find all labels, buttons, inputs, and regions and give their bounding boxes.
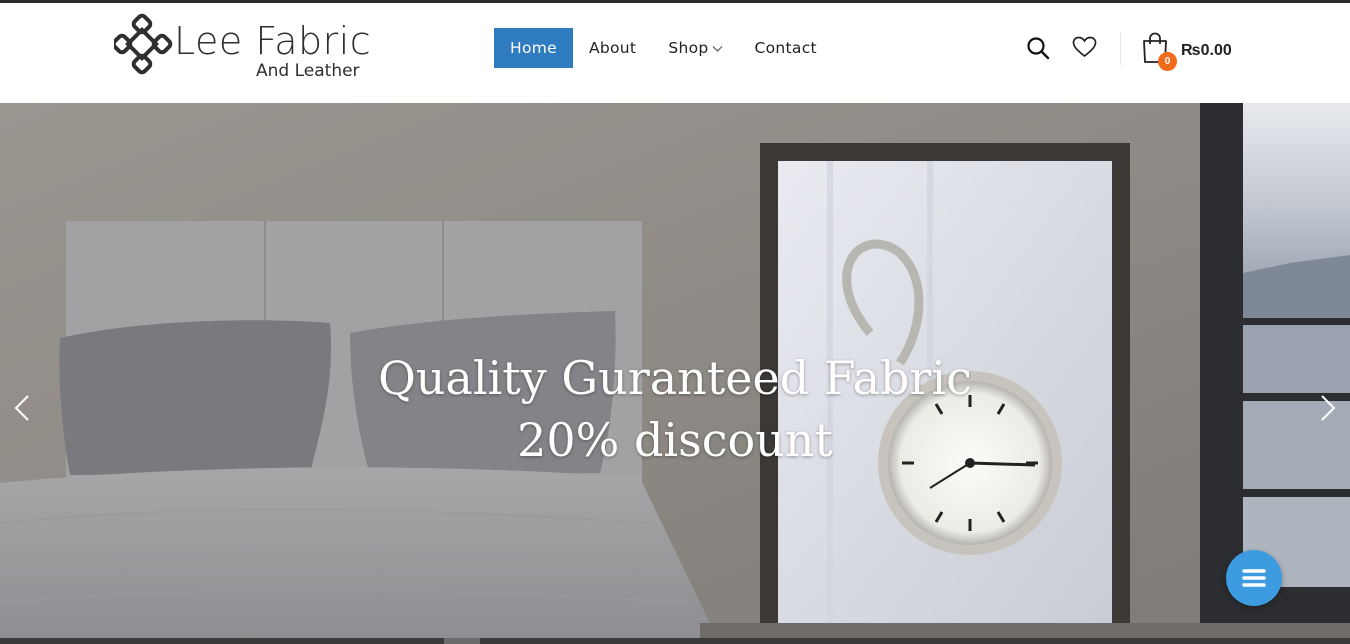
nav-about[interactable]: About (573, 28, 652, 68)
nav-contact[interactable]: Contact (739, 28, 833, 68)
chevron-right-icon[interactable] (1316, 393, 1340, 423)
search-icon[interactable] (1026, 36, 1050, 65)
menu-icon[interactable] (1226, 550, 1282, 606)
nav-about-label: About (588, 39, 637, 57)
cart-count-badge: 0 (1158, 52, 1177, 71)
header-divider (1120, 33, 1121, 65)
nav-shop-label: Shop (668, 39, 709, 57)
brand-title: Lee Fabric (174, 19, 372, 63)
slider-progress-track (0, 638, 1350, 644)
celtic-knot-icon (114, 13, 173, 75)
nav-home-label: Home (510, 39, 557, 57)
chevron-left-icon[interactable] (10, 393, 34, 423)
hero-slider: Quality Guranteed Fabric 20% discount (0, 103, 1350, 644)
site-logo[interactable]: Lee Fabric And Leather (114, 13, 374, 83)
nav-home[interactable]: Home (494, 28, 573, 68)
cart-total[interactable]: ₨0.00 (1181, 42, 1232, 60)
brand-subtitle: And Leather (256, 61, 360, 81)
slide-subtitle: 20% discount (517, 413, 833, 467)
main-nav: Home About Shop Contact (494, 28, 833, 68)
heart-icon[interactable] (1072, 36, 1097, 63)
chevron-down-icon (712, 39, 723, 57)
slide-title: Quality Guranteed Fabric (378, 351, 972, 405)
slider-progress-segment (444, 638, 480, 644)
nav-contact-label: Contact (754, 39, 817, 57)
slide-caption: Quality Guranteed Fabric 20% discount (0, 347, 1350, 471)
site-header: Lee Fabric And Leather Home About Shop C… (0, 3, 1350, 103)
nav-shop[interactable]: Shop (652, 28, 738, 68)
